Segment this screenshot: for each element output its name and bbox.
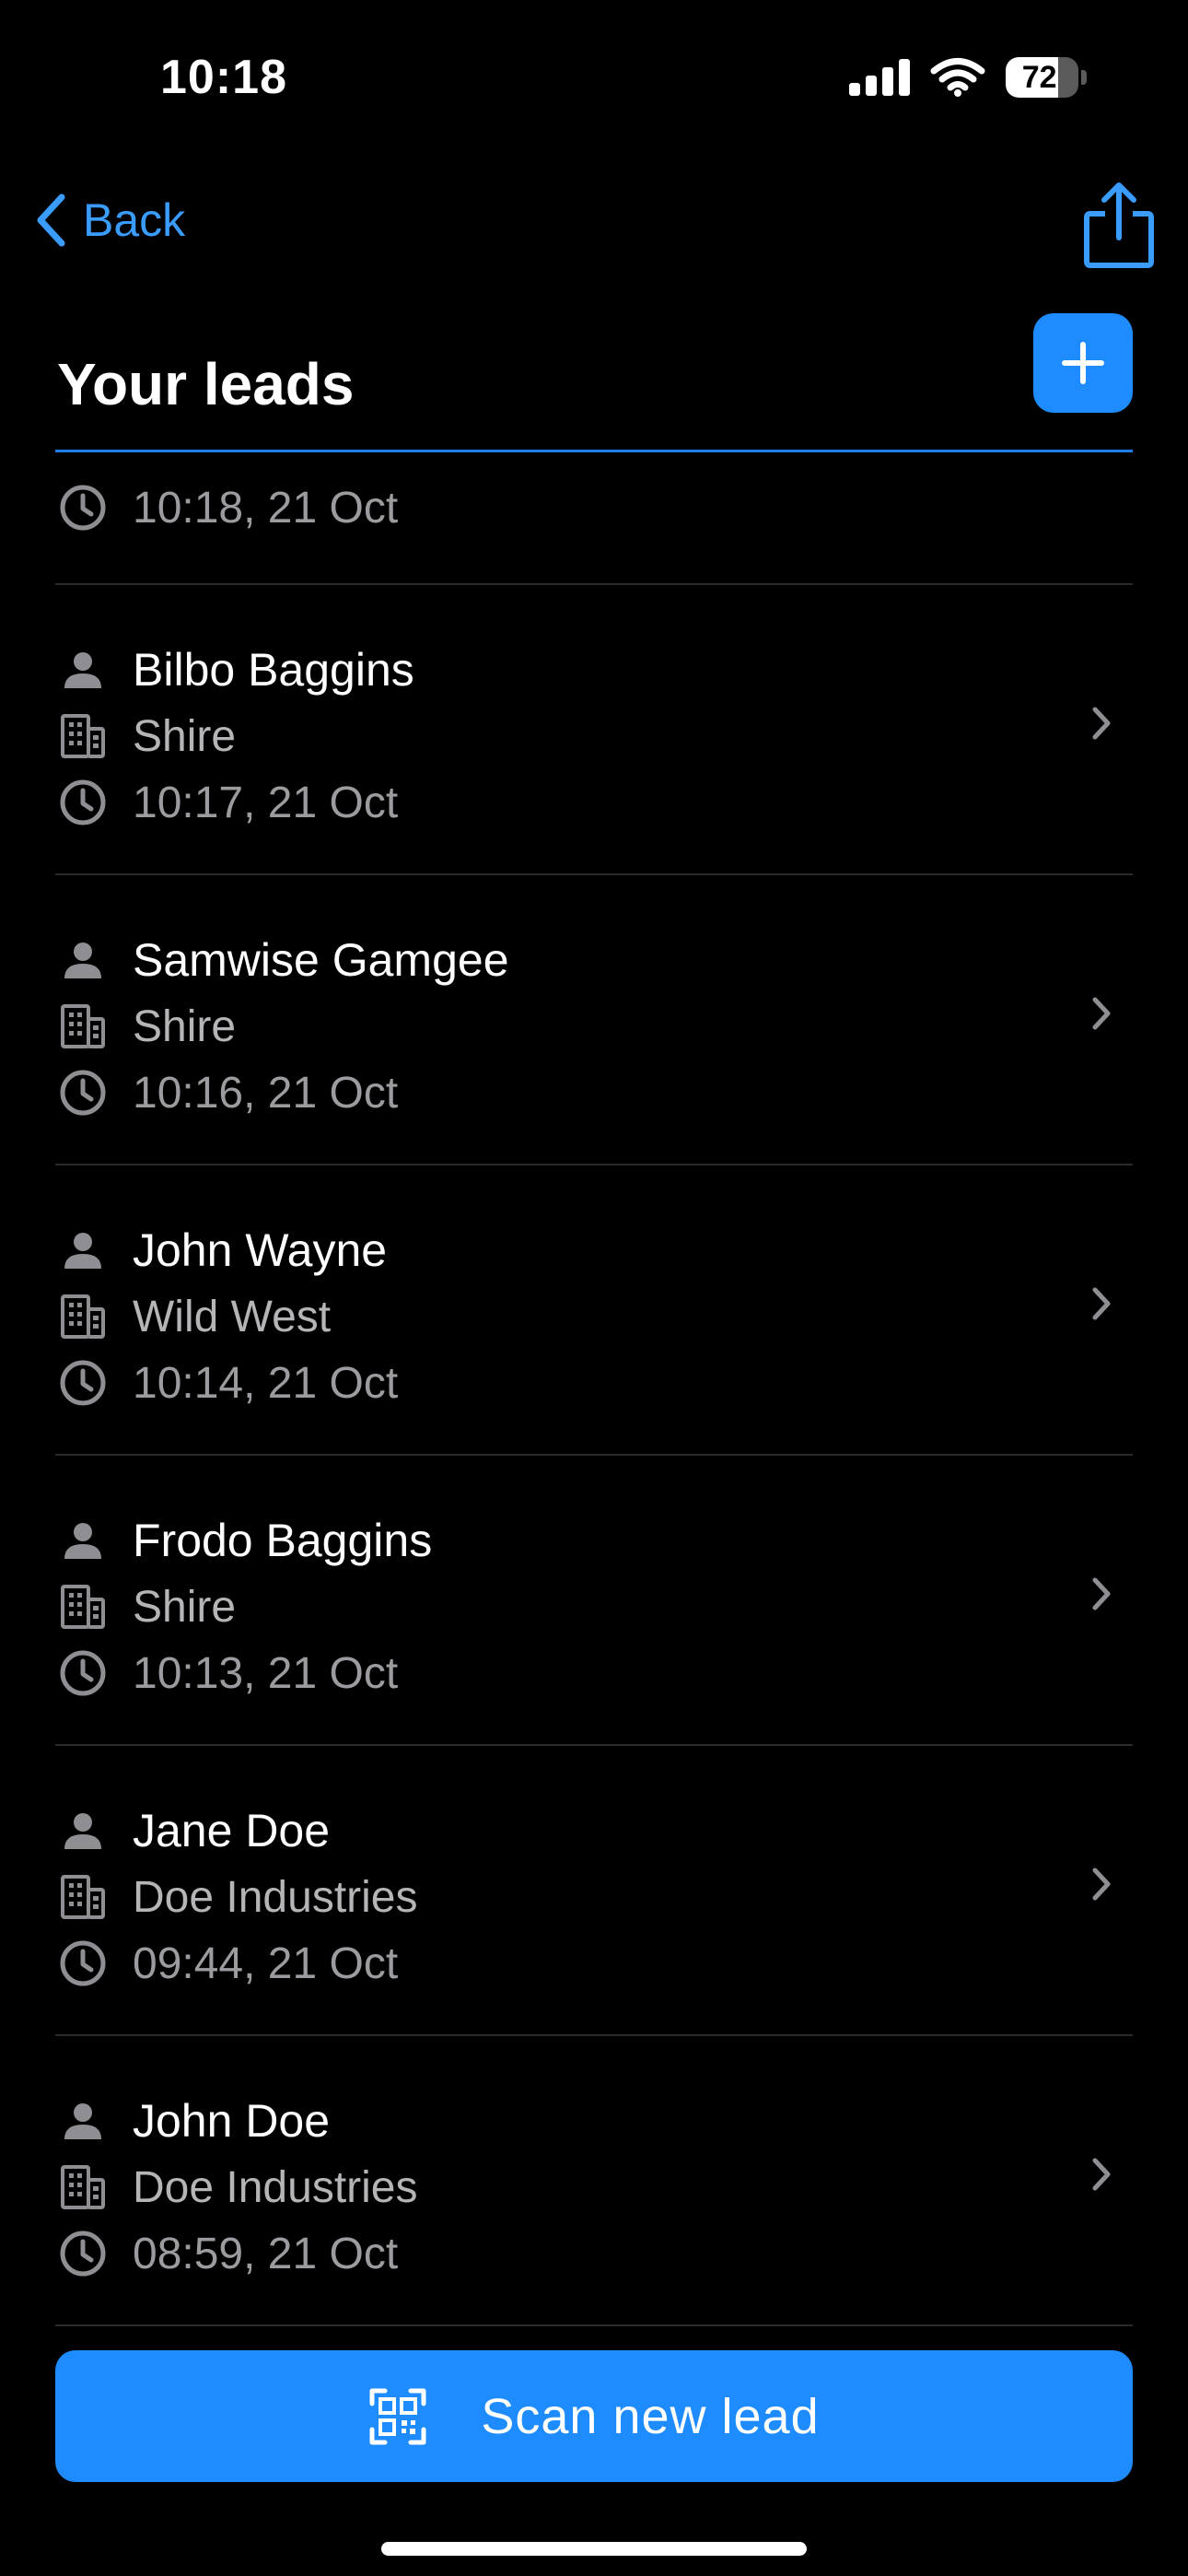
lead-company: Doe Industries bbox=[133, 2162, 418, 2212]
chevron-right-icon bbox=[1090, 705, 1112, 746]
lead-time-row: 10:13, 21 Oct bbox=[55, 1640, 1133, 1706]
building-icon bbox=[55, 1869, 111, 1925]
lead-company: Shire bbox=[133, 711, 237, 761]
list-item[interactable]: Bilbo Baggins Shire 10:17, 21 Oct bbox=[55, 585, 1133, 875]
chevron-right-icon bbox=[1090, 1285, 1112, 1327]
chevron-right-icon bbox=[1090, 995, 1112, 1036]
list-item[interactable]: Jane Doe Doe Industries 09:44, 21 Oct bbox=[55, 1746, 1133, 2036]
back-label: Back bbox=[83, 194, 186, 246]
status-time: 10:18 bbox=[160, 51, 287, 104]
lead-company: Wild West bbox=[133, 1292, 332, 1341]
leads-header: Your leads bbox=[55, 310, 1133, 452]
scan-button-label: Scan new lead bbox=[481, 2388, 820, 2444]
status-icons: 72 bbox=[849, 57, 1087, 98]
person-icon bbox=[55, 1803, 111, 1858]
clock-icon bbox=[55, 1936, 111, 1991]
back-button[interactable]: Back bbox=[35, 193, 185, 247]
chevron-right-icon bbox=[1090, 1575, 1112, 1617]
share-button[interactable] bbox=[1083, 181, 1155, 274]
lead-company-row: Doe Industries bbox=[55, 2154, 1133, 2220]
building-icon bbox=[55, 999, 111, 1054]
page-title: Your leads bbox=[57, 351, 355, 417]
clock-icon bbox=[55, 775, 111, 830]
person-icon bbox=[55, 1513, 111, 1568]
lead-time: 08:59, 21 Oct bbox=[133, 2229, 399, 2278]
lead-name-row: John Wayne bbox=[55, 1217, 1133, 1283]
lead-name: John Doe bbox=[133, 2095, 331, 2147]
add-lead-button[interactable] bbox=[1033, 313, 1133, 413]
lead-name-row: Bilbo Baggins bbox=[55, 637, 1133, 703]
person-icon bbox=[55, 1223, 111, 1278]
lead-name-row: Samwise Gamgee bbox=[55, 927, 1133, 993]
person-icon bbox=[55, 642, 111, 697]
lead-company: Doe Industries bbox=[133, 1872, 418, 1922]
plus-icon bbox=[1062, 342, 1104, 384]
qr-scan-icon bbox=[369, 2388, 426, 2444]
lead-time-row: 09:44, 21 Oct bbox=[55, 1930, 1133, 1996]
battery-indicator: 72 bbox=[1006, 57, 1087, 98]
lead-time-row: 10:14, 21 Oct bbox=[55, 1350, 1133, 1416]
lead-company-row: Shire bbox=[55, 993, 1133, 1060]
leads-list: 10:18, 21 Oct Bilbo Baggins Shire 10:17,… bbox=[55, 452, 1133, 2326]
lead-company-row: Shire bbox=[55, 703, 1133, 769]
lead-time: 10:16, 21 Oct bbox=[133, 1068, 399, 1118]
clock-icon bbox=[55, 2226, 111, 2281]
person-icon bbox=[55, 932, 111, 988]
nav-bar: Back bbox=[0, 175, 1188, 276]
lead-name-row: Frodo Baggins bbox=[55, 1507, 1133, 1574]
lead-name-row: John Doe bbox=[55, 2088, 1133, 2154]
lead-company-row: Shire bbox=[55, 1574, 1133, 1640]
lead-name: John Wayne bbox=[133, 1224, 388, 1276]
clock-icon bbox=[55, 480, 111, 535]
lead-time: 10:17, 21 Oct bbox=[133, 778, 399, 827]
lead-name: Bilbo Baggins bbox=[133, 644, 414, 696]
building-icon bbox=[55, 708, 111, 764]
person-icon bbox=[55, 2093, 111, 2149]
cellular-signal-icon bbox=[849, 59, 910, 96]
clock-icon bbox=[55, 1065, 111, 1120]
battery-level: 72 bbox=[1021, 59, 1057, 95]
lead-time-row: 10:16, 21 Oct bbox=[55, 1060, 1133, 1126]
scan-new-lead-button[interactable]: Scan new lead bbox=[55, 2350, 1133, 2482]
lead-company: Shire bbox=[133, 1001, 237, 1051]
share-icon bbox=[1084, 182, 1154, 268]
lead-time-row: 08:59, 21 Oct bbox=[55, 2220, 1133, 2287]
list-item[interactable]: John Doe Doe Industries 08:59, 21 Oct bbox=[55, 2036, 1133, 2326]
lead-company-row: Wild West bbox=[55, 1283, 1133, 1350]
building-icon bbox=[55, 1289, 111, 1344]
clock-icon bbox=[55, 1355, 111, 1411]
list-item[interactable]: John Wayne Wild West 10:14, 21 Oct bbox=[55, 1165, 1133, 1456]
lead-time: 10:14, 21 Oct bbox=[133, 1358, 399, 1408]
chevron-left-icon bbox=[37, 193, 65, 247]
status-bar: 10:18 72 bbox=[0, 0, 1188, 157]
lead-name: Jane Doe bbox=[133, 1805, 331, 1856]
lead-time-row: 10:18, 21 Oct bbox=[55, 474, 1133, 541]
lead-name: Frodo Baggins bbox=[133, 1515, 433, 1566]
lead-company-row: Doe Industries bbox=[55, 1864, 1133, 1930]
lead-time: 10:13, 21 Oct bbox=[133, 1648, 399, 1698]
building-icon bbox=[55, 2160, 111, 2215]
chevron-right-icon bbox=[1090, 2156, 1112, 2197]
chevron-right-icon bbox=[1090, 1866, 1112, 1907]
lead-time-row: 10:17, 21 Oct bbox=[55, 769, 1133, 836]
lead-company: Shire bbox=[133, 1582, 237, 1632]
list-item[interactable]: Frodo Baggins Shire 10:13, 21 Oct bbox=[55, 1456, 1133, 1746]
lead-name: Samwise Gamgee bbox=[133, 934, 509, 986]
building-icon bbox=[55, 1579, 111, 1634]
home-indicator[interactable] bbox=[381, 2542, 807, 2556]
lead-time: 10:18, 21 Oct bbox=[133, 483, 399, 533]
list-item[interactable]: Samwise Gamgee Shire 10:16, 21 Oct bbox=[55, 875, 1133, 1165]
clock-icon bbox=[55, 1645, 111, 1701]
list-item-partial[interactable]: 10:18, 21 Oct bbox=[55, 452, 1133, 585]
lead-name-row: Jane Doe bbox=[55, 1797, 1133, 1864]
lead-time: 09:44, 21 Oct bbox=[133, 1938, 399, 1988]
wifi-icon bbox=[930, 58, 985, 97]
